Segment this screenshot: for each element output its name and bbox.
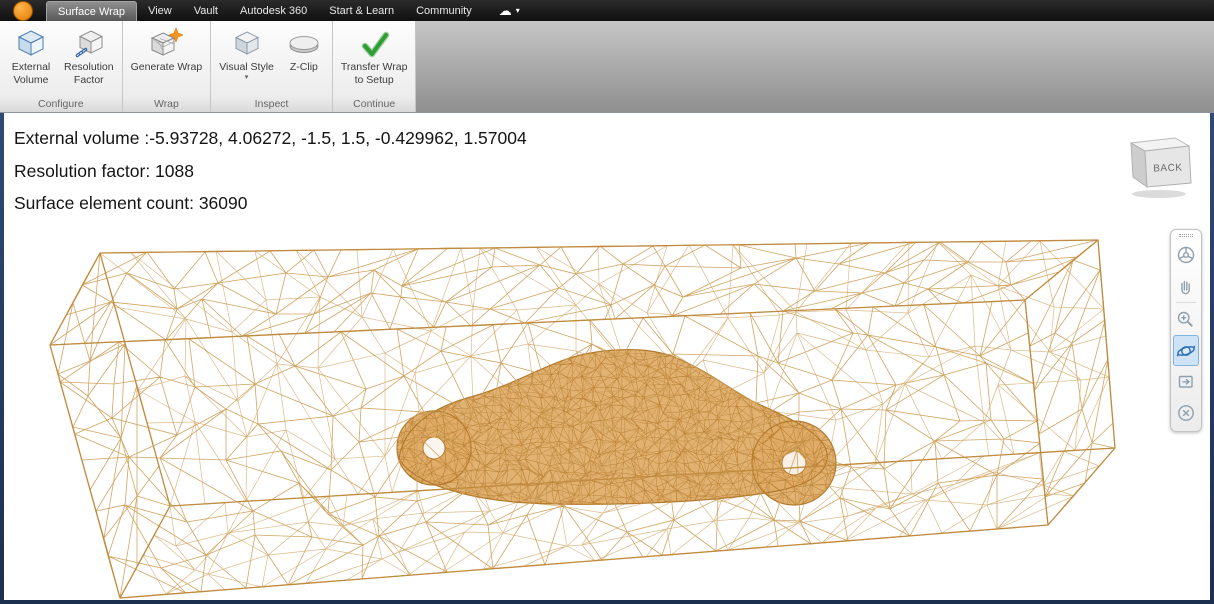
button-label: Factor [73, 74, 104, 86]
ribbon-group-wrap: Generate Wrap Wrap [122, 21, 212, 112]
group-label-configure: Configure [0, 96, 122, 112]
viewcube-shadow [1132, 190, 1186, 198]
look-at-button[interactable] [1173, 366, 1199, 397]
button-label: External [11, 61, 51, 73]
look-at-icon [1178, 375, 1193, 388]
button-label: Z-Clip [289, 61, 318, 73]
ribbon: External Volume Resolution Factor Config… [0, 21, 1214, 113]
button-label: Transfer Wrap [340, 61, 408, 73]
zoom-icon [1177, 311, 1194, 327]
pan-button[interactable] [1173, 270, 1199, 301]
chevron-down-icon: ▾ [515, 6, 520, 15]
app-logo-icon [13, 0, 33, 21]
close-navbar-button[interactable] [1173, 397, 1199, 428]
viewcube[interactable]: BACK [1119, 131, 1197, 201]
transfer-wrap-to-setup-button[interactable]: Transfer Wrap to Setup [336, 23, 413, 96]
button-label: Resolution [64, 61, 114, 73]
close-icon [1178, 404, 1194, 421]
resolution-factor-icon [74, 26, 104, 60]
tab-autodesk-360[interactable]: Autodesk 360 [229, 0, 318, 21]
resolution-factor-button[interactable]: Resolution Factor [59, 23, 119, 96]
ribbon-group-continue: Transfer Wrap to Setup Continue [332, 21, 417, 112]
button-label: Visual Style [219, 61, 274, 73]
ribbon-group-configure: External Volume Resolution Factor Config… [0, 21, 123, 112]
tab-view[interactable]: View [137, 0, 183, 21]
external-volume-cube-icon [16, 26, 46, 60]
visual-style-dropdown-caret-icon[interactable]: ▾ [245, 74, 249, 82]
ribbon-group-inspect: Visual Style ▾ Z-Clip Inspect [211, 21, 333, 112]
resolution-factor-readout: Resolution factor: 1088 [14, 160, 194, 181]
visual-style-cube-icon [232, 26, 262, 60]
ribbon-empty-area [416, 21, 1214, 112]
pan-hand-icon [1181, 280, 1190, 294]
z-clip-button[interactable]: Z-Clip [279, 23, 329, 96]
cloud-icon: ☁ [498, 2, 512, 18]
button-label: to Setup [354, 74, 394, 86]
tab-start-learn[interactable]: Start & Learn [318, 0, 405, 21]
navbar-divider [1176, 302, 1196, 303]
z-clip-disc-icon [287, 26, 321, 60]
zoom-button[interactable] [1173, 304, 1199, 335]
a360-cloud-button[interactable]: ☁ ▾ [499, 0, 520, 21]
group-label-wrap: Wrap [122, 96, 211, 112]
button-label: Generate Wrap [130, 61, 203, 73]
app-window: Surface Wrap View Vault Autodesk 360 Sta… [0, 0, 1214, 604]
navbar-drag-handle[interactable] [1179, 234, 1193, 237]
green-check-icon [358, 26, 390, 60]
button-label: Volume [13, 74, 49, 86]
visual-style-button[interactable]: Visual Style ▾ [214, 23, 279, 96]
tab-vault[interactable]: Vault [183, 0, 229, 21]
generate-wrap-icon [149, 26, 184, 60]
group-label-inspect: Inspect [211, 96, 332, 112]
external-volume-readout: External volume :-5.93728, 4.06272, -1.5… [14, 128, 527, 148]
viewport-3d[interactable]: External volume :-5.93728, 4.06272, -1.5… [4, 113, 1210, 600]
orbit-button[interactable] [1173, 335, 1199, 366]
tab-surface-wrap[interactable]: Surface Wrap [46, 1, 138, 21]
generate-wrap-button[interactable]: Generate Wrap [126, 23, 208, 96]
external-volume-button[interactable]: External Volume [3, 23, 59, 96]
navigation-wheel-button[interactable] [1173, 239, 1199, 270]
surface-element-count-readout: Surface element count: 36090 [14, 193, 248, 213]
group-label-continue: Continue [332, 96, 416, 112]
mesh-readout: External volume :-5.93728, 4.06272, -1.5… [14, 122, 527, 220]
window-body: External volume :-5.93728, 4.06272, -1.5… [0, 113, 1214, 604]
navigation-wheel-icon [1177, 246, 1195, 263]
app-button[interactable] [0, 0, 46, 21]
viewcube-face-label: BACK [1153, 162, 1183, 174]
orbit-icon [1176, 345, 1196, 356]
tab-community[interactable]: Community [405, 0, 483, 21]
navigation-bar[interactable] [1170, 229, 1202, 432]
menubar: Surface Wrap View Vault Autodesk 360 Sta… [0, 0, 1214, 21]
